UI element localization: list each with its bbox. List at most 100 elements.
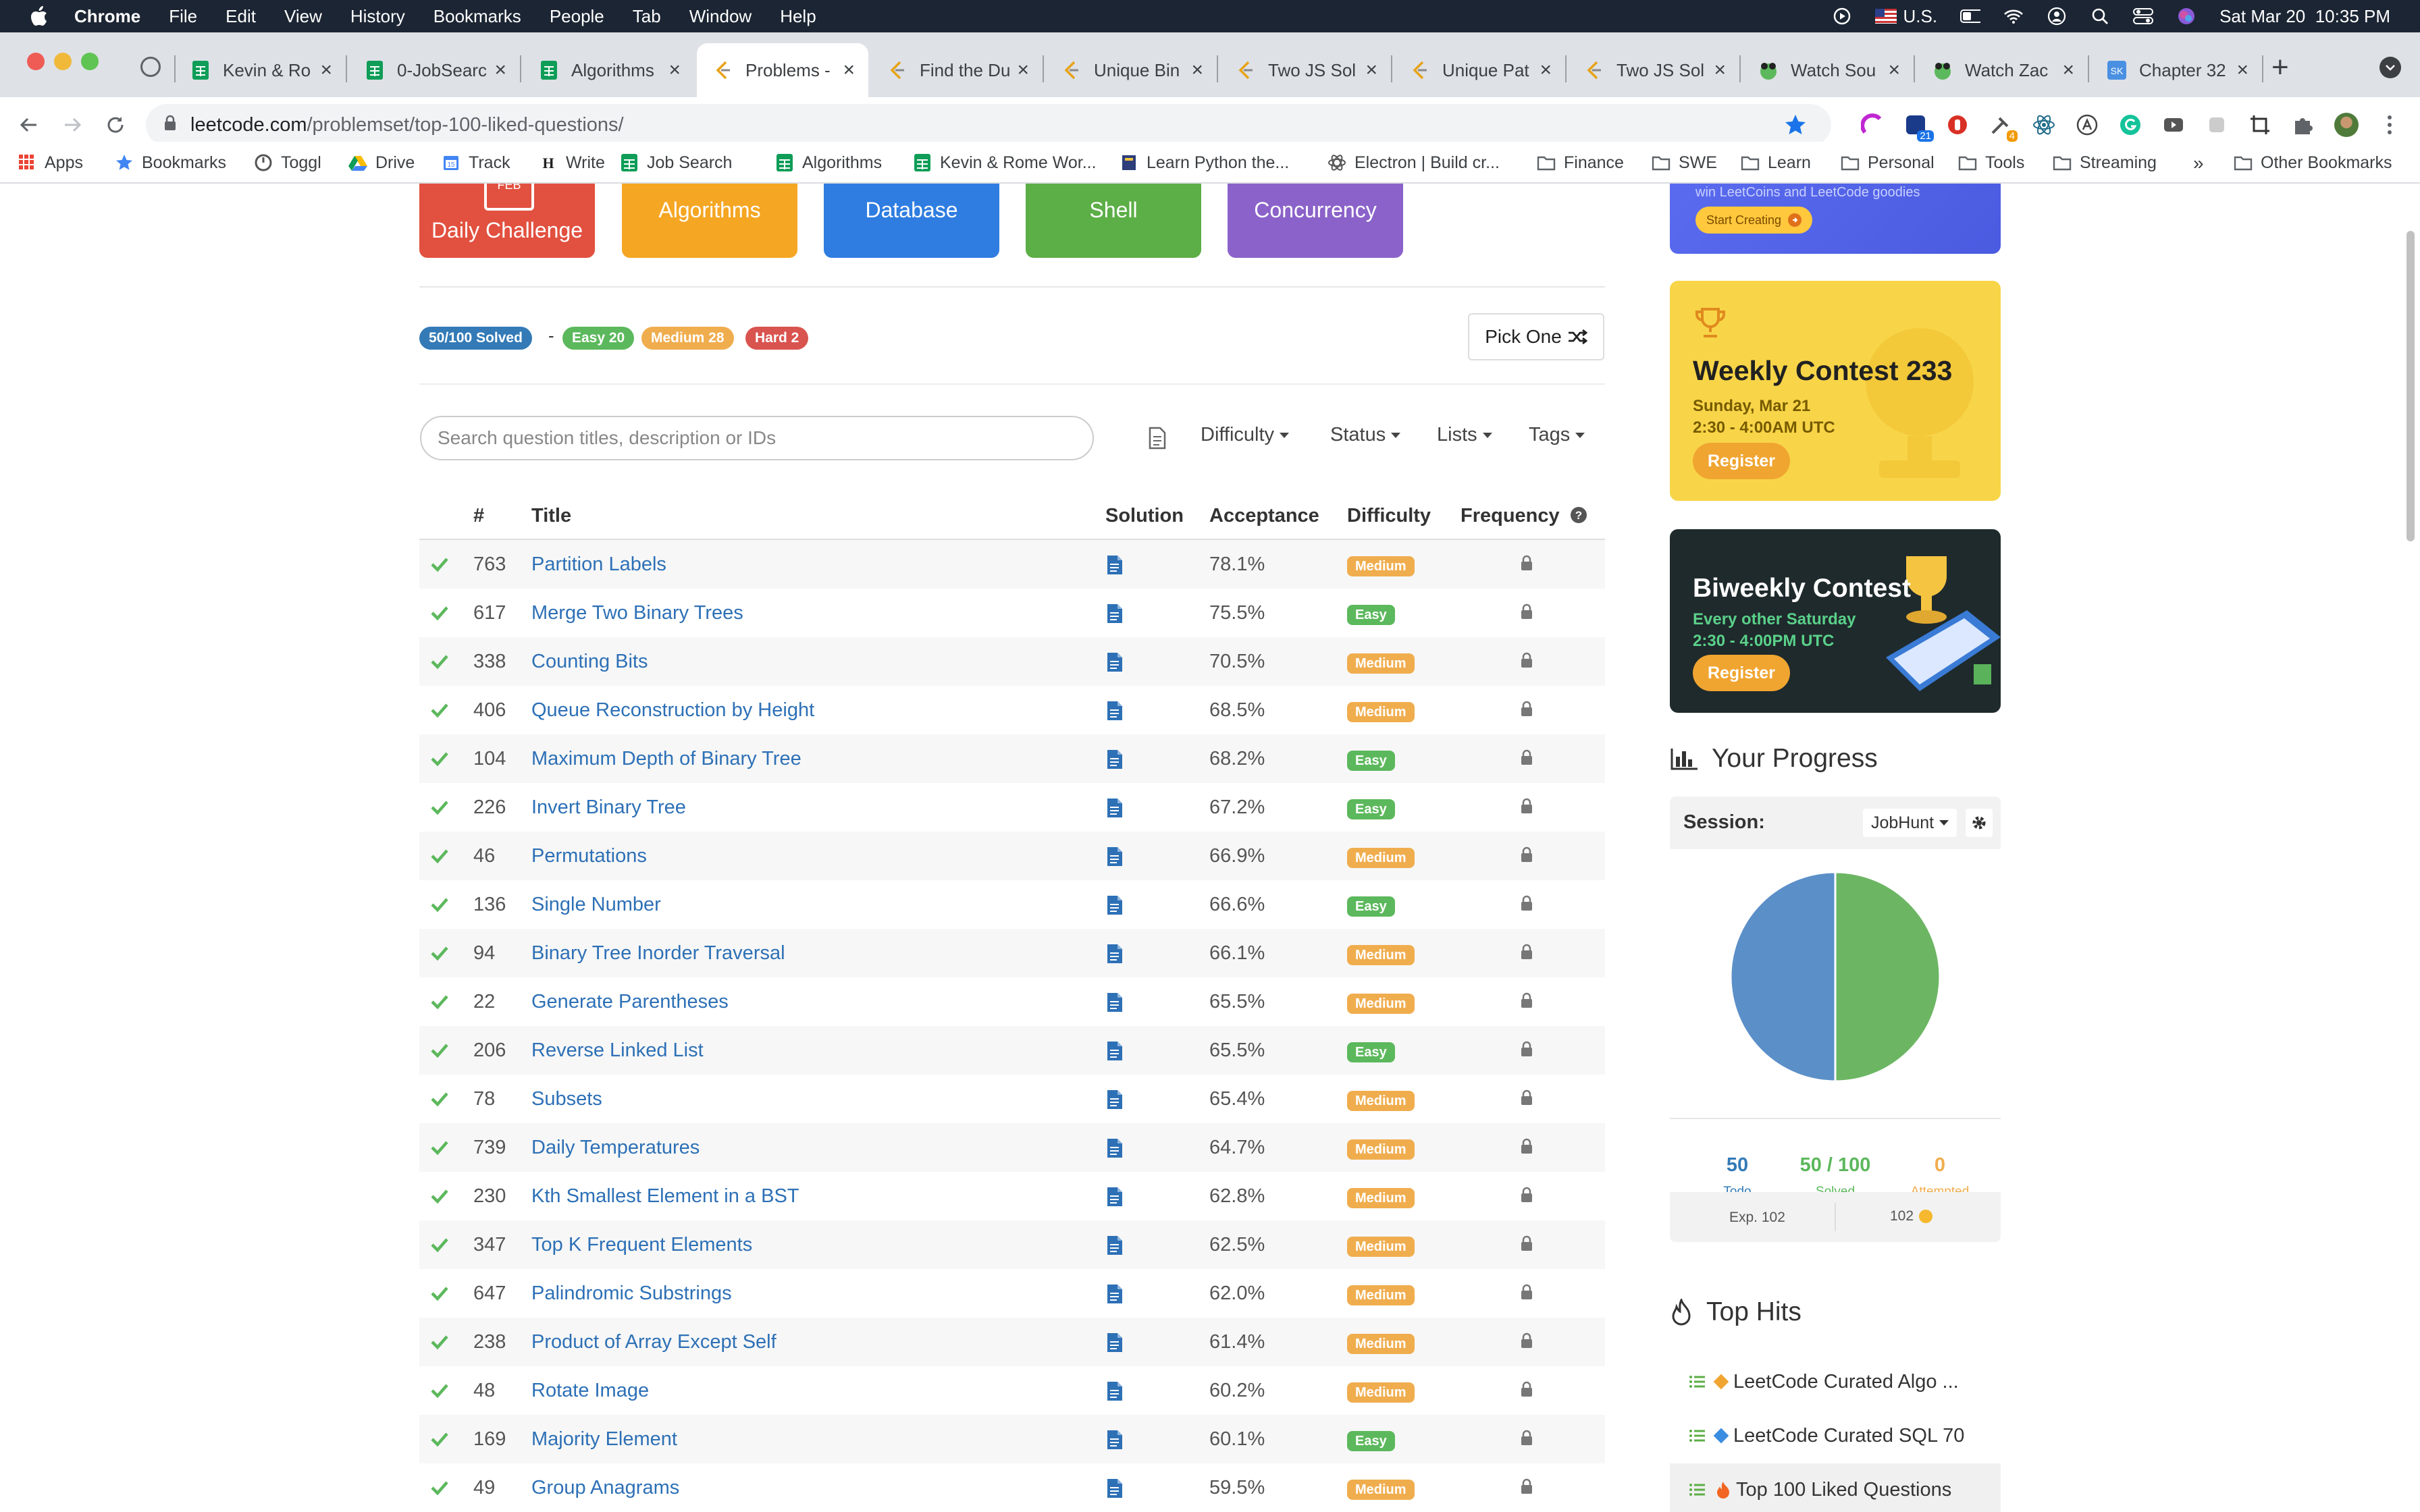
problem-title-link[interactable]: Generate Parentheses bbox=[531, 991, 729, 1013]
help-icon[interactable]: ? bbox=[1570, 506, 1587, 529]
extension-gray-icon[interactable] bbox=[2204, 112, 2230, 138]
difficulty-filter[interactable]: Difficulty bbox=[1201, 424, 1290, 446]
browser-tab[interactable]: Algorithms × bbox=[523, 43, 694, 97]
bookmark-item[interactable]: Apps bbox=[18, 148, 83, 177]
back-arrow-icon[interactable] bbox=[14, 109, 45, 140]
solution-document-icon[interactable] bbox=[1107, 1381, 1123, 1401]
start-creating-button[interactable]: Start Creating bbox=[1695, 207, 1813, 234]
solution-document-icon[interactable] bbox=[1107, 749, 1123, 770]
browser-tab[interactable]: Watch Zac × bbox=[1916, 43, 2088, 97]
solution-document-icon[interactable] bbox=[1107, 944, 1123, 964]
col-frequency[interactable]: Frequency bbox=[1461, 505, 1560, 527]
browser-tab[interactable]: 0-JobSearc × bbox=[348, 43, 520, 97]
database-card[interactable]: Database bbox=[824, 184, 999, 258]
solution-document-icon[interactable] bbox=[1107, 846, 1123, 867]
play-circle-icon[interactable] bbox=[1832, 6, 1852, 26]
apple-logo-icon[interactable] bbox=[27, 4, 51, 28]
siri-icon[interactable] bbox=[2176, 6, 2197, 26]
tab-close-icon[interactable]: × bbox=[1191, 59, 1203, 82]
solution-document-icon[interactable] bbox=[1107, 1284, 1123, 1304]
solution-document-icon[interactable] bbox=[1107, 603, 1123, 624]
address-bar[interactable]: leetcode.com/problemset/top-100-liked-qu… bbox=[146, 104, 1831, 146]
search-input[interactable] bbox=[420, 416, 1094, 460]
solution-document-icon[interactable] bbox=[1107, 1478, 1123, 1498]
promo-banner[interactable]: win LeetCoins and LeetCode goodies Start… bbox=[1670, 184, 2001, 254]
bookmarks-overflow-button[interactable]: » bbox=[2193, 153, 2204, 174]
problem-title-link[interactable]: Single Number bbox=[531, 894, 661, 916]
browser-tab[interactable]: Unique Pat × bbox=[1394, 43, 1565, 97]
solution-document-icon[interactable] bbox=[1107, 1041, 1123, 1061]
col-solution[interactable]: Solution bbox=[1105, 505, 1184, 527]
lock-icon[interactable] bbox=[163, 114, 177, 136]
tab-close-icon[interactable]: × bbox=[843, 59, 855, 82]
pinned-tab-timer-icon[interactable] bbox=[140, 57, 161, 77]
bookmark-item[interactable]: Kevin & Rome Wor... bbox=[913, 148, 1097, 177]
algorithms-card[interactable]: Algorithms bbox=[622, 184, 797, 258]
extension-react-icon[interactable] bbox=[2031, 112, 2057, 138]
bookmark-item[interactable]: H Write bbox=[539, 148, 604, 177]
solution-document-icon[interactable] bbox=[1107, 992, 1123, 1013]
solution-document-icon[interactable] bbox=[1107, 1138, 1123, 1158]
solution-document-icon[interactable] bbox=[1107, 1187, 1123, 1207]
notes-icon[interactable] bbox=[1148, 427, 1167, 453]
bookmark-item[interactable]: Job Search bbox=[620, 148, 732, 177]
bookmark-item[interactable]: Drive bbox=[348, 148, 415, 177]
problem-title-link[interactable]: Binary Tree Inorder Traversal bbox=[531, 942, 785, 965]
tab-close-icon[interactable]: × bbox=[320, 59, 332, 82]
session-dropdown[interactable]: JobHunt bbox=[1863, 809, 1957, 837]
new-tab-button[interactable]: + bbox=[2271, 53, 2289, 82]
problem-title-link[interactable]: Subsets bbox=[531, 1088, 602, 1110]
tab-close-icon[interactable]: × bbox=[1888, 59, 1900, 82]
col-title[interactable]: Title bbox=[531, 505, 571, 527]
bookmark-item[interactable]: Electron | Build cr... bbox=[1327, 148, 1500, 177]
menu-help[interactable]: Help bbox=[780, 6, 816, 27]
problem-title-link[interactable]: Queue Reconstruction by Height bbox=[531, 699, 814, 722]
browser-tab[interactable]: Watch Sou × bbox=[1742, 43, 1914, 97]
pick-one-button[interactable]: Pick One bbox=[1468, 313, 1604, 360]
browser-tab[interactable]: Kevin & Ro × bbox=[174, 43, 346, 97]
problem-title-link[interactable]: Merge Two Binary Trees bbox=[531, 602, 743, 624]
bookmark-item[interactable]: Personal bbox=[1841, 148, 1935, 177]
tab-search-chevron-icon[interactable] bbox=[2379, 57, 2401, 78]
problem-title-link[interactable]: Partition Labels bbox=[531, 554, 666, 576]
solution-document-icon[interactable] bbox=[1107, 1332, 1123, 1353]
tab-close-icon[interactable]: × bbox=[2236, 59, 2248, 82]
menu-tab[interactable]: Tab bbox=[633, 6, 661, 27]
bookmark-item[interactable]: Tools bbox=[1958, 148, 2024, 177]
col-number[interactable]: # bbox=[473, 505, 484, 527]
window-minimize-button[interactable] bbox=[54, 53, 72, 70]
problem-title-link[interactable]: Maximum Depth of Binary Tree bbox=[531, 748, 801, 770]
extension-arc-icon[interactable] bbox=[1860, 112, 1885, 138]
gear-icon[interactable] bbox=[1966, 809, 1993, 837]
menu-app-name[interactable]: Chrome bbox=[74, 6, 140, 27]
extension-tools-icon[interactable]: 4 bbox=[1988, 112, 2018, 142]
bookmark-item[interactable]: Algorithms bbox=[775, 148, 882, 177]
wifi-icon[interactable] bbox=[2003, 6, 2024, 26]
problem-title-link[interactable]: Permutations bbox=[531, 845, 647, 867]
reload-icon[interactable] bbox=[100, 109, 131, 140]
tab-close-icon[interactable]: × bbox=[2062, 59, 2074, 82]
top-hits-item[interactable]: LeetCode Curated SQL 70 bbox=[1670, 1409, 2001, 1462]
problem-title-link[interactable]: Daily Temperatures bbox=[531, 1137, 700, 1159]
extension-crop-icon[interactable] bbox=[2247, 112, 2273, 138]
problem-title-link[interactable]: Palindromic Substrings bbox=[531, 1282, 732, 1305]
shell-card[interactable]: Shell bbox=[1026, 184, 1201, 258]
status-filter[interactable]: Status bbox=[1330, 424, 1401, 446]
battery-icon[interactable] bbox=[1960, 6, 1981, 26]
input-source[interactable]: U.S. bbox=[1874, 6, 1937, 27]
tab-close-icon[interactable]: × bbox=[668, 59, 681, 82]
menu-file[interactable]: File bbox=[169, 6, 197, 27]
concurrency-card[interactable]: Concurrency bbox=[1228, 184, 1403, 258]
bookmark-item[interactable]: 15 Track bbox=[442, 148, 510, 177]
problem-title-link[interactable]: Counting Bits bbox=[531, 651, 648, 673]
problem-title-link[interactable]: Invert Binary Tree bbox=[531, 796, 686, 819]
other-bookmarks[interactable]: Other Bookmarks bbox=[2234, 148, 2392, 177]
browser-tab[interactable]: Problems - × bbox=[697, 43, 868, 97]
chrome-menu-icon[interactable] bbox=[2377, 112, 2402, 138]
window-zoom-button[interactable] bbox=[81, 53, 99, 70]
bookmark-item[interactable]: Streaming bbox=[2053, 148, 2157, 177]
problem-title-link[interactable]: Top K Frequent Elements bbox=[531, 1234, 752, 1256]
browser-tab[interactable]: Unique Bin × bbox=[1045, 43, 1217, 97]
extensions-puzzle-icon[interactable] bbox=[2290, 112, 2316, 138]
tab-close-icon[interactable]: × bbox=[1365, 59, 1377, 82]
